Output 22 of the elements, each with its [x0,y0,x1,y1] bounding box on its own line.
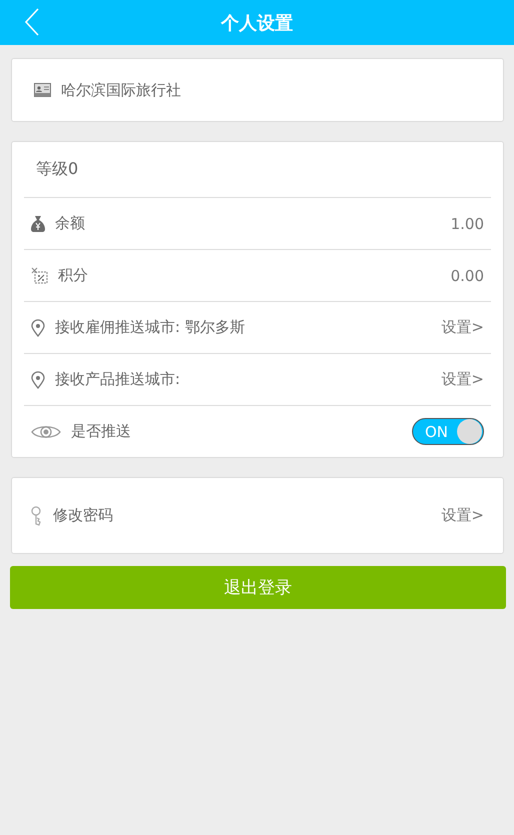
row-label: 余额 [55,214,85,233]
row-value: 1.00 [450,214,485,232]
row-label: 接收雇佣推送城市: 鄂尔多斯 [55,318,245,337]
location-pin-icon [31,370,45,388]
settings-link[interactable]: 设置> [441,370,491,389]
id-card-icon [34,83,51,97]
row-label: 修改密码 [53,506,113,525]
key-icon [31,506,43,526]
row-label: 积分 [58,266,88,285]
location-pin-icon [31,318,45,336]
back-icon[interactable] [24,8,40,36]
company-name: 哈尔滨国际旅行社 [61,80,181,100]
page-title: 个人设置 [221,12,293,34]
settings-link[interactable]: 设置> [441,506,491,525]
row-label: 是否推送 [71,422,131,441]
row-label: 接收产品推送城市: [55,370,180,389]
logout-button[interactable]: 退出登录 [10,566,506,609]
coupon-icon [31,267,48,284]
level-label: 等级0 [36,159,78,180]
settings-link[interactable]: 设置> [441,318,491,337]
money-bag-icon [31,215,45,232]
row-value: 0.00 [450,266,485,284]
